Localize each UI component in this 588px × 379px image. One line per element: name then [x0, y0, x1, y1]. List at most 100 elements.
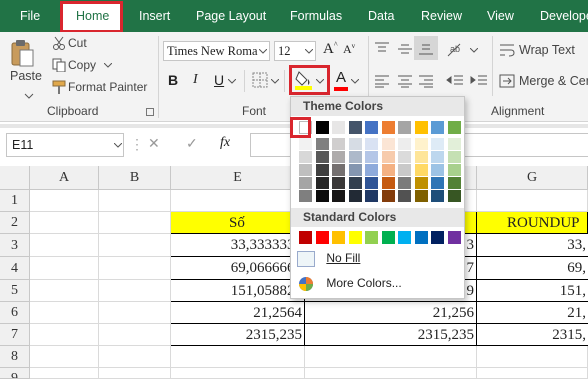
theme-shade-swatch[interactable] [414, 190, 428, 202]
format-painter-button[interactable]: Format Painter [68, 80, 147, 94]
clipboard-launcher-icon[interactable] [146, 108, 154, 116]
borders-dropdown-icon[interactable] [271, 79, 279, 84]
theme-shade-swatch[interactable] [398, 190, 411, 202]
tab-developer[interactable]: Develope [540, 0, 588, 32]
formula-bar-splitter[interactable]: ⋮ [130, 136, 144, 153]
cell-f7[interactable]: 2315,235 [305, 324, 477, 346]
empty-cell[interactable] [30, 368, 99, 379]
empty-cell[interactable] [171, 346, 305, 368]
cell-g4[interactable]: 69, [477, 257, 588, 280]
align-middle-icon[interactable] [397, 42, 413, 56]
cell-f6[interactable]: 21,256 [305, 302, 477, 324]
theme-shade-swatch[interactable] [398, 138, 411, 150]
theme-shade-swatch[interactable] [365, 177, 378, 189]
empty-cell[interactable] [99, 346, 171, 368]
standard-color-swatch[interactable] [348, 231, 362, 244]
theme-color-swatch[interactable] [398, 121, 411, 134]
theme-shade-swatch[interactable] [315, 138, 329, 150]
insert-function-icon[interactable]: fx [220, 135, 230, 151]
italic-button[interactable]: I [193, 72, 198, 88]
row-header-9[interactable]: 9 [0, 368, 30, 379]
font-size-dropdown-icon[interactable] [305, 49, 313, 54]
tab-data[interactable]: Data [368, 0, 394, 32]
theme-shade-swatch[interactable] [431, 190, 444, 202]
theme-shade-swatch[interactable] [447, 177, 461, 189]
tab-view[interactable]: View [487, 0, 514, 32]
theme-shade-swatch[interactable] [348, 190, 362, 202]
empty-cell[interactable] [171, 190, 305, 212]
enter-formula-icon[interactable]: ✓ [186, 135, 198, 152]
theme-shade-swatch[interactable] [414, 138, 428, 150]
cell-e4[interactable]: 69,0666666 [171, 257, 305, 280]
theme-shade-swatch[interactable] [447, 151, 461, 163]
theme-color-swatch[interactable] [365, 121, 378, 134]
align-center-icon[interactable] [397, 74, 413, 88]
theme-color-swatch[interactable] [315, 121, 329, 134]
font-name-dropdown-icon[interactable] [259, 49, 267, 54]
standard-color-swatch[interactable] [414, 231, 428, 244]
cancel-formula-icon[interactable]: ✕ [148, 135, 160, 152]
cell-g5[interactable]: 151, [477, 280, 588, 302]
empty-cell[interactable] [30, 302, 99, 324]
empty-cell[interactable] [30, 190, 99, 212]
cell-g6[interactable]: 21, [477, 302, 588, 324]
select-all-corner[interactable] [0, 166, 30, 190]
theme-shade-swatch[interactable] [332, 151, 345, 163]
empty-cell[interactable] [477, 346, 588, 368]
empty-cell[interactable] [305, 346, 477, 368]
align-bottom-button[interactable] [414, 36, 438, 60]
cell-e7[interactable]: 2315,235 [171, 324, 305, 346]
empty-cell[interactable] [30, 212, 99, 234]
theme-shade-swatch[interactable] [348, 151, 362, 163]
font-color-dropdown-icon[interactable] [351, 79, 359, 84]
align-right-icon[interactable] [418, 74, 434, 88]
theme-shade-swatch[interactable] [381, 151, 395, 163]
theme-shade-swatch[interactable] [299, 164, 312, 176]
column-header-e[interactable]: E [171, 166, 305, 190]
increase-indent-icon[interactable] [470, 74, 488, 88]
tab-formulas[interactable]: Formulas [290, 0, 342, 32]
cell-g3[interactable]: 33, [477, 234, 588, 257]
row-header-2[interactable]: 2 [0, 212, 30, 234]
tab-review[interactable]: Review [421, 0, 462, 32]
theme-shade-swatch[interactable] [398, 164, 411, 176]
standard-color-swatch[interactable] [332, 231, 345, 244]
bold-button[interactable]: B [168, 72, 178, 88]
theme-shade-swatch[interactable] [365, 164, 378, 176]
theme-shade-swatch[interactable] [414, 164, 428, 176]
empty-cell[interactable] [99, 324, 171, 346]
no-fill-option[interactable]: No Fill [297, 247, 462, 269]
theme-shade-swatch[interactable] [365, 190, 378, 202]
cell-e2[interactable]: Số [171, 212, 305, 234]
theme-shade-swatch[interactable] [447, 138, 461, 150]
empty-cell[interactable] [305, 368, 477, 379]
theme-color-swatch[interactable] [348, 121, 362, 134]
column-header-g[interactable]: G [477, 166, 588, 190]
copy-dropdown-icon[interactable] [104, 63, 112, 68]
theme-shade-swatch[interactable] [299, 138, 312, 150]
row-header-4[interactable]: 4 [0, 257, 30, 280]
empty-cell[interactable] [99, 280, 171, 302]
theme-shade-swatch[interactable] [315, 190, 329, 202]
theme-shade-swatch[interactable] [348, 138, 362, 150]
increase-font-size-icon[interactable]: A^ [323, 40, 338, 58]
empty-cell[interactable] [30, 280, 99, 302]
theme-shade-swatch[interactable] [447, 190, 461, 202]
empty-cell[interactable] [171, 368, 305, 379]
empty-cell[interactable] [477, 190, 588, 212]
theme-shade-swatch[interactable] [365, 151, 378, 163]
cell-e3[interactable]: 33,3333333 [171, 234, 305, 257]
theme-shade-swatch[interactable] [414, 151, 428, 163]
theme-color-swatch[interactable] [431, 121, 444, 134]
more-colors-option[interactable]: More Colors... [297, 272, 462, 294]
orientation-dropdown-icon[interactable] [470, 48, 478, 53]
theme-shade-swatch[interactable] [299, 177, 312, 189]
theme-shade-swatch[interactable] [332, 164, 345, 176]
theme-shade-swatch[interactable] [299, 151, 312, 163]
underline-dropdown-icon[interactable] [228, 79, 236, 84]
align-top-icon[interactable] [374, 42, 390, 56]
font-name-box[interactable]: Times New Roma [163, 41, 270, 61]
theme-shade-swatch[interactable] [365, 138, 378, 150]
standard-color-swatch[interactable] [315, 231, 329, 244]
name-box-dropdown-icon[interactable] [114, 143, 122, 148]
